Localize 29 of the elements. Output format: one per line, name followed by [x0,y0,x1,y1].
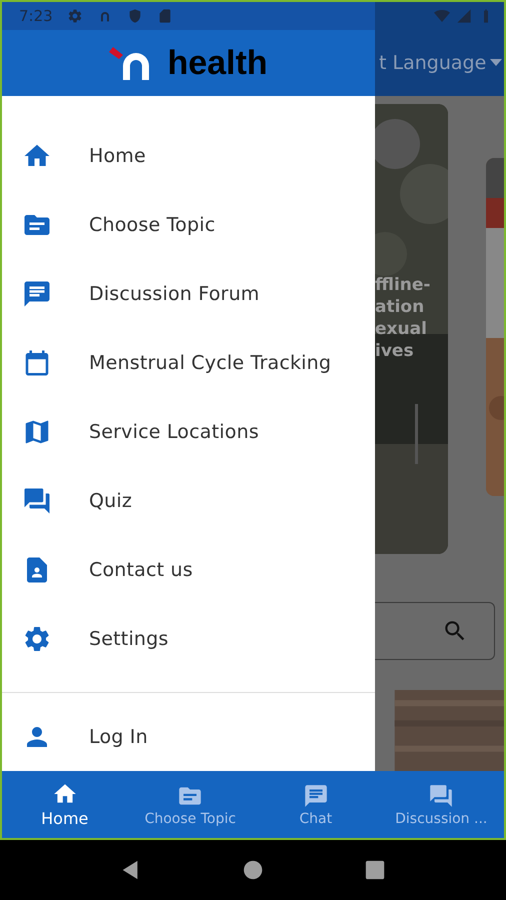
drawer-item[interactable]: Menstrual Cycle Tracking [2,328,375,398]
chat-bubbles-icon [428,782,454,808]
recents-icon[interactable] [364,859,386,881]
drawer-item[interactable]: Log In [2,702,154,771]
caret-icon [490,59,502,67]
settings-icon [66,8,83,24]
logo-text: health [167,46,268,80]
wifi-icon [434,8,450,24]
signal-icon [456,8,472,24]
drawer-item[interactable]: Contact us [2,535,375,604]
sd-card-icon [156,8,173,24]
status-time: 7:23 [19,7,53,25]
message-icon [302,782,329,808]
drawer-item[interactable]: Home [2,121,375,190]
shield-icon [126,8,143,24]
drawer-item[interactable]: Settings [2,604,375,674]
nav-tab[interactable]: Home [2,771,128,838]
chat-bubbles-icon [22,486,52,516]
drawer-item[interactable]: Choose Topic [2,190,375,260]
card-title-line: ffline- [375,274,430,296]
card-title-line: ation [375,296,426,318]
message-icon [22,278,52,309]
home-button-icon[interactable] [242,859,264,881]
card-title-line: exual [375,318,428,340]
drawer-item[interactable]: Discussion Forum [2,259,375,328]
search-field[interactable] [375,602,495,660]
drawer-item[interactable]: Service Locations [2,397,375,466]
card-title-line: ives [375,340,415,362]
drawer-item[interactable]: Quiz [2,466,375,536]
